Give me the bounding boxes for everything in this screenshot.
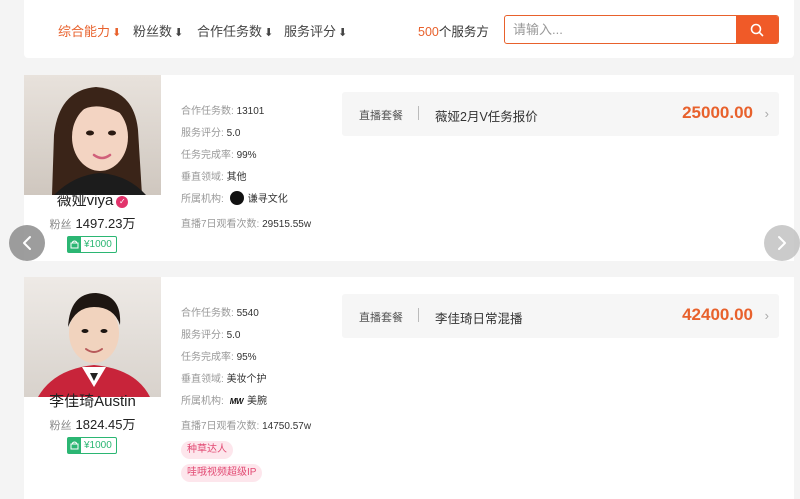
package-row[interactable]: 直播套餐 薇娅2月V任务报价 25000.00 › — [342, 92, 779, 136]
price-badge-text: ¥1000 — [84, 239, 112, 250]
stat-completion: 任务完成率: 95% — [181, 352, 257, 363]
stat-agency: 所属机构: 谦寻文化 — [181, 190, 288, 205]
package-type: 直播套餐 — [359, 110, 403, 122]
divider — [418, 308, 419, 322]
influencer-name[interactable]: 李佳琦Austin — [24, 390, 161, 411]
sort-label: 服务评分 — [284, 24, 337, 39]
package-row[interactable]: 直播套餐 李佳琦日常混播 42400.00 › — [342, 294, 779, 338]
sort-comprehensive[interactable]: 综合能力 ⬇ — [58, 21, 121, 40]
tag-badge: 哇哦视频超级IP — [181, 464, 263, 482]
provider-count-suffix: 个服务方 — [438, 25, 489, 39]
fans-label: 粉丝 — [49, 219, 72, 231]
tag-badge: 种草达人 — [181, 441, 233, 459]
carousel-next-button[interactable] — [764, 225, 800, 261]
search-box — [504, 15, 779, 44]
sort-arrow-icon: ⬇ — [264, 27, 274, 39]
search-icon — [750, 23, 764, 36]
verified-badge-icon: ✓ — [116, 196, 129, 208]
stat-agency: 所属机构: MW 美腕 — [181, 396, 267, 407]
search-button[interactable] — [736, 16, 778, 43]
provider-count: 500个服务方 — [418, 21, 489, 40]
fans-count: 粉丝 1497.23万 — [24, 213, 161, 233]
fans-value: 1497.23万 — [75, 216, 136, 231]
influencer-photo — [24, 75, 161, 195]
package-name: 李佳琦日常混播 — [435, 312, 523, 326]
stat-domain: 垂直领域: 其他 — [181, 172, 247, 183]
chevron-right-icon — [778, 236, 786, 250]
stat-tasks: 合作任务数: 13101 — [181, 106, 265, 117]
package-price: 25000.00 — [682, 103, 753, 122]
agency-logo-icon — [229, 191, 244, 205]
influencer-name[interactable]: 薇娅viya ✓ — [24, 189, 161, 210]
fans-value: 1824.45万 — [75, 417, 136, 432]
carousel-prev-button[interactable] — [9, 225, 45, 261]
influencer-photo — [24, 277, 161, 397]
stat-completion: 任务完成率: 99% — [181, 150, 257, 161]
stat-views: 直播7日观看次数: 29515.55w — [181, 219, 312, 230]
package-price: 42400.00 — [682, 305, 753, 324]
sort-label: 粉丝数 — [133, 24, 173, 39]
package-type: 直播套餐 — [359, 312, 403, 324]
fans-label: 粉丝 — [49, 420, 72, 432]
sort-arrow-icon: ⬇ — [174, 27, 184, 39]
stat-domain: 垂直领域: 美妆个护 — [181, 374, 267, 385]
influencer-card[interactable]: 薇娅viya ✓ 粉丝 1497.23万 ¥1000 合作任务数: 13101 服务… — [24, 75, 794, 261]
influencer-name-text: 李佳琦Austin — [49, 393, 136, 410]
chevron-right-icon: › — [764, 308, 769, 323]
sort-arrow-icon: ⬇ — [338, 27, 348, 39]
sort-rating[interactable]: 服务评分 ⬇ — [284, 21, 347, 40]
stat-tasks: 合作任务数: 5540 — [181, 308, 259, 319]
influencer-card[interactable]: 李佳琦Austin 粉丝 1824.45万 ¥1000 合作任务数: 5540 服… — [24, 277, 794, 499]
sort-arrow-icon: ⬇ — [112, 27, 122, 39]
shop-icon — [68, 237, 81, 252]
fans-count: 粉丝 1824.45万 — [24, 414, 161, 434]
stat-rating: 服务评分: 5.0 — [181, 128, 241, 139]
influencer-name-text: 薇娅viya — [56, 192, 114, 209]
sort-tasks[interactable]: 合作任务数 ⬇ — [197, 21, 273, 40]
agency-logo-icon: MW — [229, 397, 244, 406]
package-name: 薇娅2月V任务报价 — [435, 110, 538, 124]
provider-count-number: 500 — [418, 25, 439, 39]
price-badge: ¥1000 — [67, 236, 117, 253]
divider — [418, 106, 419, 120]
chevron-left-icon — [23, 236, 31, 250]
sort-label: 综合能力 — [58, 24, 111, 39]
sort-label: 合作任务数 — [197, 24, 263, 39]
sort-fans[interactable]: 粉丝数 ⬇ — [133, 21, 183, 40]
shop-icon — [68, 438, 81, 453]
search-input[interactable] — [505, 16, 737, 43]
chevron-right-icon: › — [764, 106, 769, 121]
price-badge-text: ¥1000 — [84, 440, 112, 451]
stat-views: 直播7日观看次数: 14750.57w — [181, 421, 312, 432]
price-badge: ¥1000 — [67, 437, 117, 454]
stat-rating: 服务评分: 5.0 — [181, 330, 241, 341]
filter-bar: 综合能力 ⬇ 粉丝数 ⬇ 合作任务数 ⬇ 服务评分 ⬇ 500个服务方 — [24, 0, 794, 58]
